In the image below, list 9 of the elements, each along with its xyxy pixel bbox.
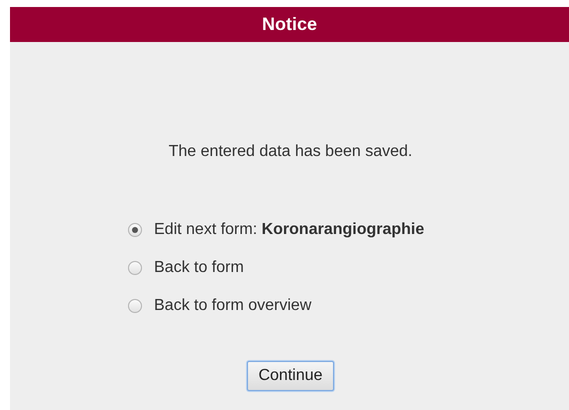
dialog-title: Notice	[262, 13, 317, 36]
radio-button[interactable]	[128, 223, 142, 237]
message-text: The entered data has been saved.	[168, 142, 412, 162]
radio-button[interactable]	[128, 299, 142, 313]
continue-button[interactable]: Continue	[247, 361, 334, 391]
option-label[interactable]: Back to form	[154, 256, 244, 280]
option-label[interactable]: Edit next form: Koronarangiographie	[154, 218, 424, 242]
radio-button[interactable]	[128, 261, 142, 275]
option-label[interactable]: Back to form overview	[154, 294, 312, 318]
